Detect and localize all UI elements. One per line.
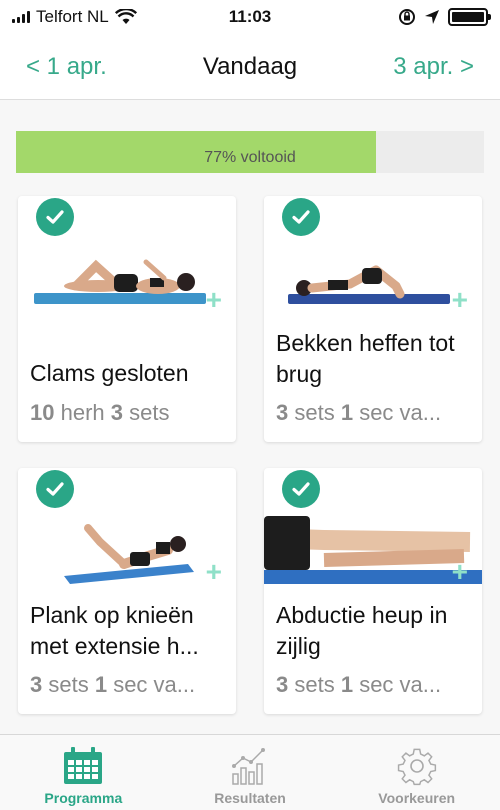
tab-resultaten[interactable]: Resultaten <box>167 735 334 810</box>
meta-sets-unit: sets <box>288 672 341 697</box>
tab-bar: Programma Resultaten Voorkeuren <box>0 734 500 810</box>
exercise-meta: 3 sets 1 sec va... <box>30 672 230 698</box>
progress-bar: 77% voltooid <box>16 131 484 173</box>
clock: 11:03 <box>228 7 272 26</box>
meta-time-value: 1 <box>340 672 354 697</box>
add-icon: + <box>451 284 468 315</box>
meta-time-value: 1 <box>340 400 354 425</box>
exercise-title: Plank op knieën met extensie h... <box>30 602 199 659</box>
exercise-card[interactable]: + Bekken heffen tot brug 3 sets 1 sec va… <box>264 196 482 442</box>
exercise-illustration <box>34 259 206 304</box>
exercise-illustration <box>288 265 450 304</box>
meta-sets-unit: sets <box>123 400 170 425</box>
meta-sets-unit: sets <box>42 672 95 697</box>
meta-reps-value: 10 <box>30 400 55 425</box>
meta-time-unit: sec va... <box>353 672 442 697</box>
check-icon <box>282 470 320 508</box>
status-icons <box>298 8 491 26</box>
meta-sets-value: 3 <box>110 400 123 425</box>
meta-time-unit: sec va... <box>353 400 442 425</box>
meta-reps-unit: herh <box>54 400 111 425</box>
tab-label: Programma <box>44 790 123 806</box>
exercise-card[interactable]: + Clams gesloten 10 herh 3 sets <box>18 196 236 442</box>
signal-icon <box>12 11 30 23</box>
check-icon <box>36 198 74 236</box>
tab-label: Voorkeuren <box>378 790 456 806</box>
chart-icon <box>232 748 265 785</box>
date-navigation: < 1 apr. Vandaag 3 apr. > <box>0 34 500 100</box>
battery-icon <box>448 8 491 26</box>
progress-label: 77% voltooid <box>204 149 296 166</box>
tab-programma[interactable]: Programma <box>0 735 167 810</box>
previous-day-button[interactable]: < 1 apr. <box>26 53 107 81</box>
calendar-icon <box>64 747 103 784</box>
exercise-card[interactable]: + Plank op knieën met extensie h... 3 se… <box>18 468 236 714</box>
exercise-meta: 10 herh 3 sets <box>30 400 230 426</box>
add-icon: + <box>205 556 222 587</box>
next-day-button[interactable]: 3 apr. > <box>393 53 474 81</box>
status-bar: Telfort NL 11:03 <box>0 0 500 34</box>
carrier-name: Telfort NL <box>36 7 109 26</box>
tab-label: Resultaten <box>214 790 286 806</box>
gear-icon <box>397 748 436 786</box>
meta-sets-value: 3 <box>276 672 289 697</box>
page-title: Vandaag <box>202 52 298 80</box>
exercise-title: Bekken heffen tot brug <box>276 330 455 387</box>
wifi-icon <box>114 9 137 24</box>
meta-sets-value: 3 <box>276 400 289 425</box>
check-icon <box>282 198 320 236</box>
exercise-illustration <box>64 524 194 584</box>
exercise-illustration <box>264 516 482 584</box>
meta-sets-unit: sets <box>288 400 341 425</box>
exercise-card[interactable]: + Abductie heup in zijlig 3 sets 1 sec v… <box>264 468 482 714</box>
exercise-title: Abductie heup in zijlig <box>276 602 448 659</box>
tab-voorkeuren[interactable]: Voorkeuren <box>333 735 500 810</box>
rotation-lock-icon <box>399 9 415 25</box>
add-icon: + <box>205 284 222 315</box>
location-arrow-icon <box>425 10 439 24</box>
meta-time-unit: sec va... <box>107 672 196 697</box>
meta-time-value: 1 <box>94 672 108 697</box>
exercise-meta: 3 sets 1 sec va... <box>276 400 476 426</box>
exercise-meta: 3 sets 1 sec va... <box>276 672 476 698</box>
meta-sets-value: 3 <box>30 672 43 697</box>
carrier-group: Telfort NL <box>12 7 202 27</box>
check-icon <box>36 470 74 508</box>
exercise-title: Clams gesloten <box>30 360 189 386</box>
add-icon: + <box>451 556 468 587</box>
